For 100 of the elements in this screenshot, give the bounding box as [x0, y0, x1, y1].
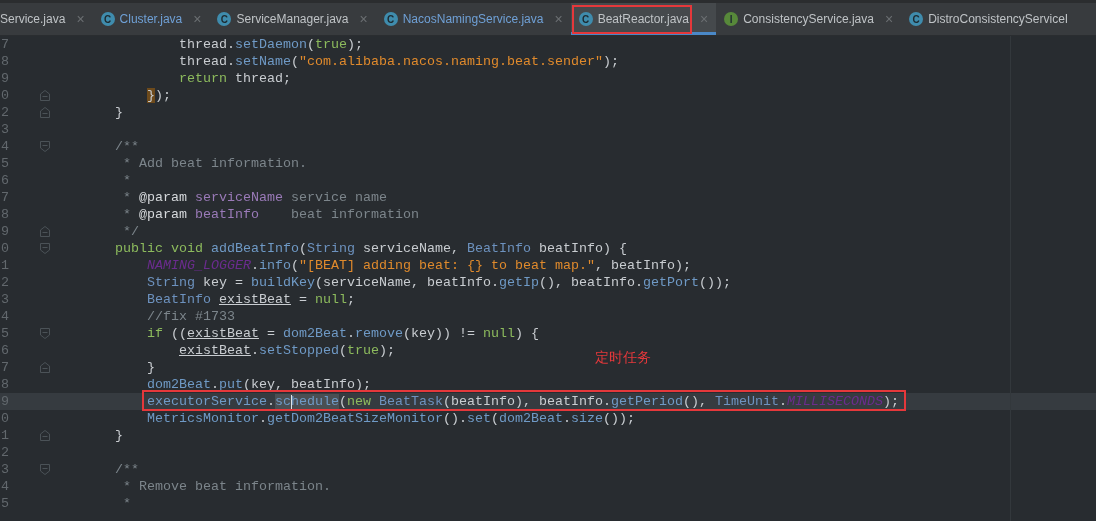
code-token: } — [115, 105, 123, 120]
line-number: 4 — [0, 308, 9, 325]
fold-icon[interactable] — [40, 328, 50, 339]
fold-icon[interactable] — [40, 464, 50, 475]
code-token: getPort — [642, 275, 699, 290]
close-icon[interactable]: × — [359, 11, 368, 27]
line-number: 3 — [0, 461, 9, 478]
editor-tab[interactable]: C NacosNamingService.java × — [375, 3, 571, 35]
code-token: NAMING_LOGGER — [147, 258, 251, 273]
editor-tab[interactable]: C DistroConsistencyServiceI — [901, 3, 1077, 35]
code-token: true — [346, 343, 379, 358]
code-token: (( — [171, 326, 187, 341]
code-token: getDom2BeatSizeMonitor — [266, 411, 443, 426]
code-token: (serviceName, beatInfo. — [315, 275, 499, 290]
editor-tab[interactable]: C ServiceManager.java × — [209, 3, 376, 35]
line-number: 5 — [0, 495, 9, 512]
code-token: key = — [203, 275, 244, 290]
code-token: public void — [115, 241, 204, 256]
file-type-icon: C — [217, 12, 232, 26]
code-token: beatInfo — [195, 207, 259, 222]
code-token: * Add beat information. — [123, 156, 307, 171]
line-number: 8 — [0, 53, 9, 70]
fold-icon[interactable] — [40, 141, 50, 152]
line-number: 4 — [0, 478, 9, 495]
fold-icon[interactable] — [40, 107, 50, 118]
code-token: size — [570, 411, 603, 426]
code-token: ); — [602, 54, 619, 69]
code-token: beat information — [291, 207, 419, 222]
code-token: ) { — [514, 326, 539, 341]
code-token: executorService — [147, 394, 267, 409]
code-token: existBeat — [179, 343, 251, 358]
code-token: setName — [235, 54, 291, 69]
code-token: (key, beatInfo); — [243, 377, 371, 392]
code-token: addBeatInfo — [211, 241, 299, 256]
line-number: 6 — [0, 172, 9, 189]
code-token: @param — [139, 207, 188, 222]
code-token: (), beatInfo. — [538, 275, 643, 290]
editor-tab[interactable]: C Cluster.java × — [92, 3, 210, 35]
code-token: ( — [490, 411, 499, 426]
close-icon[interactable]: × — [193, 11, 202, 27]
code-token: ( — [298, 241, 307, 256]
code-token: ( — [338, 343, 347, 358]
code-token: info — [258, 258, 291, 273]
code-token: dom2Beat — [498, 411, 563, 426]
code-token: /** — [115, 462, 139, 477]
code-token: //fix #1733 — [147, 309, 235, 324]
code-token: service name — [290, 190, 387, 205]
line-number: 3 — [0, 121, 9, 138]
line-number: 1 — [0, 257, 9, 274]
fold-icon[interactable] — [40, 90, 50, 101]
code-token: * — [123, 496, 131, 511]
code-token: (beatInfo), beatInfo. — [442, 394, 611, 409]
editor-tab[interactable]: Service.java × — [0, 3, 93, 35]
file-type-icon: C — [100, 12, 115, 26]
code-token: existBeat — [218, 292, 291, 307]
code-token: . — [562, 411, 571, 426]
code-token: = — [266, 326, 276, 341]
code-token: @param — [139, 190, 188, 205]
code-token: * Remove beat information. — [123, 479, 331, 494]
code-token: * — [123, 173, 131, 188]
code-token: (key)) != — [402, 326, 476, 341]
code-token: String — [147, 275, 195, 290]
code-token: } — [147, 360, 155, 375]
close-icon[interactable]: × — [76, 11, 85, 27]
code-token: "[BEAT] adding beat: {} to beat map." — [298, 258, 595, 273]
code-token: thread. — [179, 54, 235, 69]
line-number: 2 — [0, 104, 9, 121]
fold-icon[interactable] — [40, 362, 50, 373]
code-token: return — [179, 71, 227, 86]
code-token: remove — [354, 326, 403, 341]
code-token: ()); — [602, 411, 635, 426]
file-type-icon: C — [578, 12, 593, 26]
line-number: 1 — [0, 427, 9, 444]
code-token: MetricsMonitor — [147, 411, 259, 426]
code-token: TimeUnit — [714, 394, 779, 409]
editor-tab[interactable]: C BeatReactor.java × — [570, 3, 717, 35]
code-token: buildKey — [251, 275, 315, 290]
code-token: serviceName, — [362, 241, 460, 256]
code-token: set — [466, 411, 491, 426]
close-icon[interactable]: × — [554, 11, 563, 27]
line-number: 9 — [0, 223, 9, 240]
code-token: ; — [346, 292, 355, 307]
fold-icon[interactable] — [40, 430, 50, 441]
file-type-icon: C — [909, 12, 924, 26]
code-token: String — [306, 241, 355, 256]
close-icon[interactable]: × — [884, 11, 894, 27]
line-number: 4 — [0, 138, 9, 155]
code-token: , beatInfo); — [594, 258, 691, 273]
code-token: beatInfo) { — [538, 241, 627, 256]
code-token: ); — [346, 37, 363, 52]
code-token: ( — [291, 54, 299, 69]
fold-icon[interactable] — [40, 243, 50, 254]
code-token: "com.alibaba.nacos.naming.beat.sender" — [299, 54, 603, 69]
fold-icon[interactable] — [40, 226, 50, 237]
line-number: 9 — [0, 70, 9, 87]
line-number: 7 — [0, 359, 9, 376]
code-token: (). — [442, 411, 467, 426]
line-number: 2 — [0, 274, 9, 291]
editor-tab[interactable]: I ConsistencyService.java × — [716, 3, 902, 35]
code-token: ); — [378, 343, 395, 358]
